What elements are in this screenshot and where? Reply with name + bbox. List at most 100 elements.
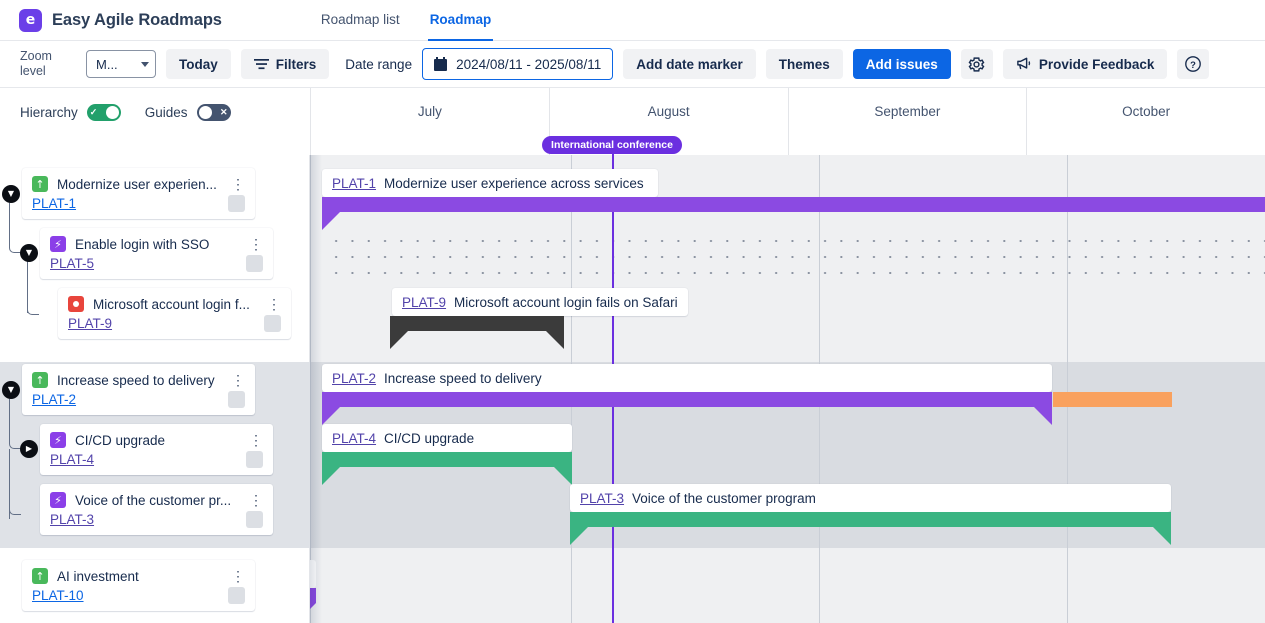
issue-key-link[interactable]: PLAT-3 — [580, 491, 624, 506]
arrow-up-icon: ↑ — [32, 568, 48, 584]
avatar[interactable] — [246, 451, 263, 468]
issue-title: Enable login with SSO — [75, 236, 210, 252]
roadmap-body: PLAT-1 Modernize user experience across … — [0, 155, 1265, 623]
tab-roadmap-list[interactable]: Roadmap list — [319, 0, 402, 41]
card-menu-button[interactable]: ⋮ — [267, 297, 281, 311]
issue-summary: Microsoft account login fails on Safari — [454, 294, 678, 310]
avatar[interactable] — [228, 195, 245, 212]
lightning-bolt-icon: ⚡ — [50, 432, 66, 448]
issue-key-link[interactable]: PLAT-2 — [32, 392, 76, 407]
calendar-icon — [434, 57, 448, 71]
filters-button[interactable]: Filters — [240, 49, 330, 79]
avatar[interactable] — [228, 391, 245, 408]
easy-agile-logo-icon: e — [19, 8, 42, 32]
timeline-bar[interactable] — [390, 316, 564, 331]
issue-key-link[interactable]: PLAT-3 — [50, 512, 94, 527]
issue-key-link[interactable]: PLAT-5 — [50, 256, 94, 271]
card-footer: PLAT-1 — [32, 195, 245, 212]
help-button[interactable]: ? — [1177, 49, 1210, 79]
timeline-bar-label[interactable]: PLAT-4 CI/CD upgrade — [322, 424, 572, 452]
timeline-bar[interactable] — [570, 512, 1171, 527]
expand-toggle-plat-2[interactable]: ▼ — [2, 381, 20, 399]
sidebar-issue-card[interactable]: ↑ Modernize user experien... ⋮ PLAT-1 — [22, 168, 255, 219]
guides-toggle[interactable]: ✕ — [196, 104, 231, 121]
provide-feedback-button[interactable]: Provide Feedback — [1002, 49, 1168, 79]
sidebar-issue-card[interactable]: ⚡ Voice of the customer pr... ⋮ PLAT-3 — [40, 484, 273, 535]
issue-title: Modernize user experien... — [57, 176, 217, 192]
sidebar-scroll-shadow — [310, 155, 322, 623]
question-circle-icon: ? — [1185, 56, 1202, 72]
expand-toggle-plat-1[interactable]: ▼ — [2, 185, 20, 203]
arrow-up-icon: ↑ — [32, 176, 48, 192]
lightning-bolt-icon: ⚡ — [50, 236, 66, 252]
issue-sidebar: ▼ ▼ ▼ ▶ ↑ Modernize user experien... ⋮ P… — [0, 155, 310, 623]
add-issues-button[interactable]: Add issues — [852, 49, 951, 79]
timeline-bar-label[interactable]: PLAT-2 Increase speed to delivery — [322, 364, 1052, 392]
sidebar-issue-card[interactable]: ⚡ CI/CD upgrade ⋮ PLAT-4 — [40, 424, 273, 475]
issue-key-link[interactable]: PLAT-9 — [402, 295, 446, 310]
timeline-overflow-bar[interactable] — [1053, 392, 1172, 407]
brand: e Easy Agile Roadmaps — [0, 8, 222, 32]
provide-feedback-label: Provide Feedback — [1038, 56, 1155, 72]
add-date-marker-button[interactable]: Add date marker — [623, 49, 756, 79]
filters-label: Filters — [275, 56, 317, 72]
issue-key-link[interactable]: PLAT-10 — [32, 588, 84, 603]
issue-key-link[interactable]: PLAT-1 — [332, 176, 376, 191]
timeline-canvas[interactable]: PLAT-1 Modernize user experience across … — [276, 155, 1265, 623]
app-header: e Easy Agile Roadmaps Roadmap list Roadm… — [0, 0, 1265, 41]
check-icon: ✓ — [89, 107, 98, 117]
zoom-level-select[interactable]: M... — [86, 50, 156, 78]
card-footer: PLAT-9 — [68, 315, 281, 332]
card-menu-button[interactable]: ⋮ — [249, 237, 263, 251]
timeline-bar-label[interactable]: PLAT-1 Modernize user experience across … — [322, 169, 658, 197]
month-label: October — [1122, 104, 1171, 119]
expand-toggle-plat-4[interactable]: ▶ — [20, 440, 38, 458]
issue-summary: Increase speed to delivery — [384, 370, 542, 386]
avatar[interactable] — [246, 511, 263, 528]
expand-toggle-plat-5[interactable]: ▼ — [20, 244, 38, 262]
roadmap-app: e Easy Agile Roadmaps Roadmap list Roadm… — [0, 0, 1265, 623]
month-column: July — [310, 88, 549, 155]
tab-roadmap[interactable]: Roadmap — [427, 0, 494, 41]
date-range-picker[interactable]: 2024/08/11 - 2025/08/11 — [422, 48, 614, 80]
sidebar-issue-card[interactable]: Microsoft account login f... ⋮ PLAT-9 — [58, 288, 291, 339]
hierarchy-toggle[interactable]: ✓ — [86, 104, 121, 121]
sidebar-issue-card[interactable]: ↑ AI investment ⋮ PLAT-10 — [22, 560, 255, 611]
view-toggles: Hierarchy ✓ Guides ✕ — [0, 88, 310, 155]
issue-key-link[interactable]: PLAT-4 — [332, 431, 376, 446]
tree-connector — [27, 301, 39, 315]
arrow-up-icon: ↑ — [32, 372, 48, 388]
roadmap-toolbar: Zoom level M... Today Filters Date range… — [0, 41, 1265, 88]
toggle-knob — [105, 106, 119, 119]
issue-key-link[interactable]: PLAT-9 — [68, 316, 112, 331]
sidebar-issue-card[interactable]: ↑ Increase speed to delivery ⋮ PLAT-2 — [22, 364, 255, 415]
card-menu-button[interactable]: ⋮ — [249, 493, 263, 507]
today-button[interactable]: Today — [166, 49, 231, 79]
issue-summary: Modernize user experience across service… — [384, 175, 644, 191]
avatar[interactable] — [246, 255, 263, 272]
issue-key-link[interactable]: PLAT-2 — [332, 371, 376, 386]
settings-button[interactable] — [960, 49, 993, 79]
avatar[interactable] — [264, 315, 281, 332]
sidebar-issue-card[interactable]: ⚡ Enable login with SSO ⋮ PLAT-5 — [40, 228, 273, 279]
timeline-bar[interactable] — [322, 392, 1052, 407]
issue-summary: Voice of the customer program — [632, 490, 816, 506]
avatar[interactable] — [228, 587, 245, 604]
bug-circle-icon — [68, 296, 84, 312]
issue-key-link[interactable]: PLAT-4 — [50, 452, 94, 467]
chevron-down-icon — [141, 61, 149, 67]
guides-toggle-group: Guides ✕ — [145, 104, 231, 121]
card-menu-button[interactable]: ⋮ — [231, 373, 245, 387]
timeline-bar[interactable] — [322, 197, 1265, 212]
card-menu-button[interactable]: ⋮ — [231, 177, 245, 191]
card-menu-button[interactable]: ⋮ — [249, 433, 263, 447]
card-menu-button[interactable]: ⋮ — [231, 569, 245, 583]
lightning-bolt-icon: ⚡ — [50, 492, 66, 508]
timeline-bar[interactable] — [322, 452, 572, 467]
zoom-level-value: M... — [96, 56, 118, 72]
themes-button[interactable]: Themes — [765, 49, 843, 79]
timeline-bar-label[interactable]: PLAT-9 Microsoft account login fails on … — [392, 288, 688, 316]
timeline-bar-label[interactable]: PLAT-3 Voice of the customer program — [570, 484, 1171, 512]
issue-key-link[interactable]: PLAT-1 — [32, 196, 76, 211]
date-marker-pill[interactable]: International conference — [542, 136, 682, 154]
